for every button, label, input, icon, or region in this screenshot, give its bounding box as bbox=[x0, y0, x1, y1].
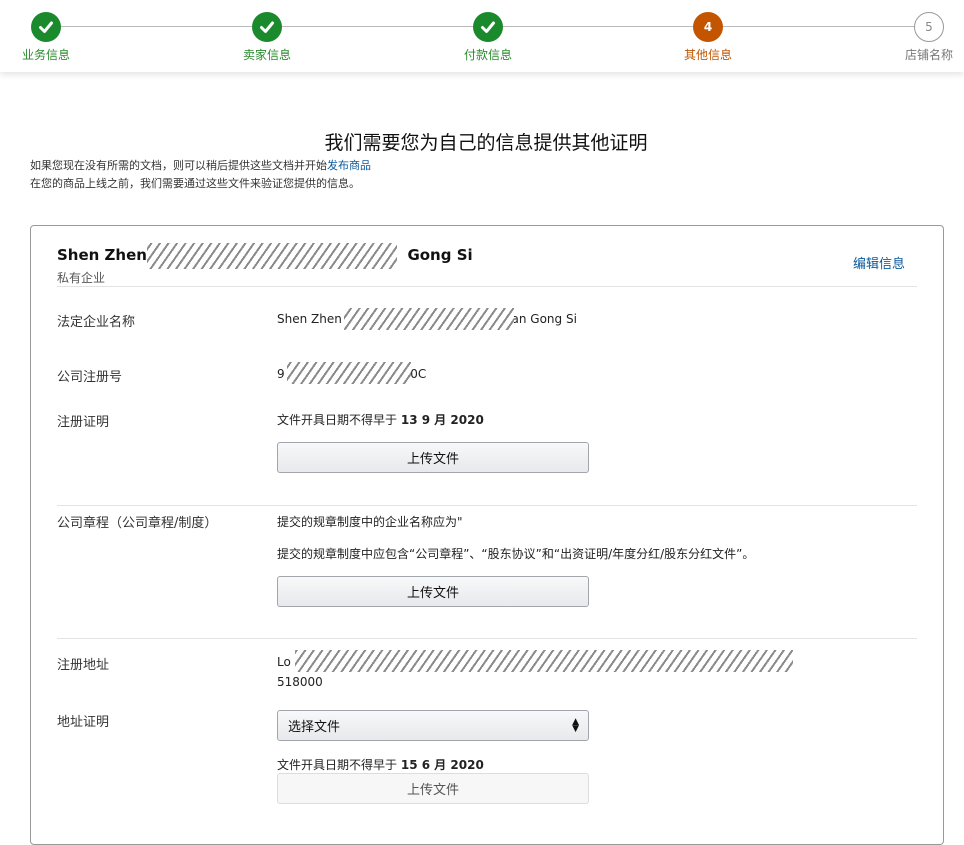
articles-line-1: 提交的规章制度中的企业名称应为" bbox=[277, 515, 463, 529]
upload-address-proof-button[interactable]: 上传文件 bbox=[277, 773, 589, 804]
edit-info-link[interactable]: 编辑信息 bbox=[853, 253, 905, 272]
reg-certificate-label: 注册证明 bbox=[57, 415, 110, 430]
upload-articles-button[interactable]: 上传文件 bbox=[277, 576, 589, 607]
step-store-name: 5 店铺名称 bbox=[889, 12, 964, 63]
intro-text: 如果您现在没有所需的文档，则可以稍后提供这些文档并开始发布商品 在您的商品上线之… bbox=[30, 157, 371, 193]
articles-line-2: 提交的规章制度中应包含“公司章程”、“股东协议”和“出资证明/年度分红/股东分红… bbox=[277, 547, 755, 561]
page-title: 我们需要您为自己的信息提供其他证明 bbox=[324, 132, 648, 154]
step-other-info: 4 其他信息 bbox=[668, 12, 748, 63]
reg-number-label: 公司注册号 bbox=[57, 370, 123, 385]
company-name-start: Shen Zhen bbox=[57, 246, 147, 264]
divider bbox=[57, 286, 917, 287]
company-type: 私有企业 bbox=[57, 271, 106, 285]
address-proof-select[interactable]: 选择文件 ▲ ▼ bbox=[277, 710, 589, 741]
redaction-mark bbox=[287, 362, 411, 384]
divider bbox=[57, 505, 917, 506]
address-proof-label: 地址证明 bbox=[57, 715, 110, 730]
step-payment-info[interactable]: 付款信息 bbox=[448, 12, 528, 63]
step-label: 业务信息 bbox=[21, 48, 70, 62]
intro-line-1: 如果您现在没有所需的文档，则可以稍后提供这些文档并开始发布商品 bbox=[30, 157, 371, 175]
intro-line-2: 在您的商品上线之前，我们需要通过这些文件来验证您提供的信息。 bbox=[30, 177, 360, 190]
step-number: 4 bbox=[693, 12, 723, 42]
select-value: 选择文件 bbox=[288, 720, 341, 735]
step-label: 店铺名称 bbox=[904, 48, 953, 62]
legal-name-label: 法定企业名称 bbox=[57, 315, 136, 330]
progress-stepper: 业务信息 卖家信息 付款信息 4 其他信息 5 店铺名称 bbox=[0, 0, 964, 72]
legal-name-end: an Gong Si bbox=[511, 312, 577, 326]
step-number: 5 bbox=[914, 12, 944, 42]
select-arrows-icon: ▲ ▼ bbox=[572, 717, 579, 734]
legal-name-start: Shen Zhen bbox=[277, 312, 342, 326]
check-icon bbox=[252, 12, 282, 42]
step-label: 卖家信息 bbox=[242, 48, 291, 62]
step-label: 其他信息 bbox=[683, 48, 732, 62]
company-info-card: Shen Zhen Gong Si 私有企业 编辑信息 法定企业名称 Shen … bbox=[30, 225, 944, 845]
address-proof-date: 文件开具日期不得早于 15 6 月 2020 bbox=[277, 756, 484, 773]
check-icon bbox=[31, 12, 61, 42]
date-value: 15 6 月 2020 bbox=[400, 758, 484, 772]
reg-address-label: 注册地址 bbox=[57, 658, 110, 673]
company-name-end: Gong Si bbox=[407, 246, 473, 264]
divider bbox=[57, 638, 917, 639]
reg-certificate-date: 文件开具日期不得早于 13 9 月 2020 bbox=[277, 411, 484, 428]
reg-address-line-1: Lo bbox=[277, 655, 291, 669]
step-business-info[interactable]: 业务信息 bbox=[6, 12, 86, 63]
redaction-mark bbox=[147, 243, 397, 269]
date-text: 文件开具日期不得早于 bbox=[277, 413, 398, 427]
articles-label: 公司章程（公司章程/制度） bbox=[57, 516, 218, 531]
reg-number-end: 0C bbox=[410, 367, 427, 381]
intro-line-1-text: 如果您现在没有所需的文档，则可以稍后提供这些文档并开始 bbox=[30, 159, 327, 172]
check-icon bbox=[473, 12, 503, 42]
redaction-mark bbox=[295, 650, 793, 672]
upload-reg-certificate-button[interactable]: 上传文件 bbox=[277, 442, 589, 473]
reg-number-start: 9 bbox=[277, 367, 285, 381]
date-text: 文件开具日期不得早于 bbox=[277, 758, 398, 772]
date-value: 13 9 月 2020 bbox=[400, 413, 484, 427]
redaction-mark bbox=[344, 308, 514, 330]
publish-listing-link[interactable]: 发布商品 bbox=[327, 159, 371, 172]
step-label: 付款信息 bbox=[463, 48, 512, 62]
step-seller-info[interactable]: 卖家信息 bbox=[227, 12, 307, 63]
reg-address-postcode: 518000 bbox=[277, 675, 323, 689]
